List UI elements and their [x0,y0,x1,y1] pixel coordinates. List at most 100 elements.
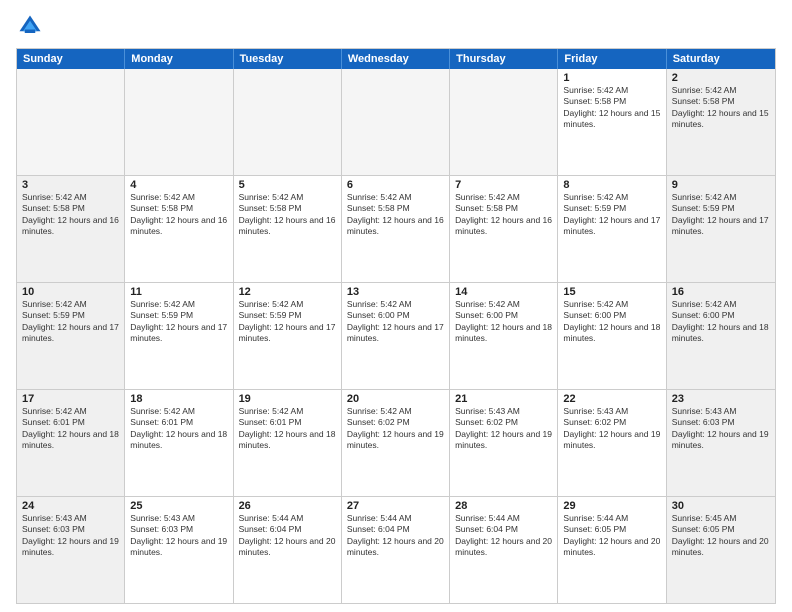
day-info: Sunrise: 5:42 AM Sunset: 6:00 PM Dayligh… [455,299,552,345]
day-number: 25 [130,500,227,512]
day-info: Sunrise: 5:43 AM Sunset: 6:03 PM Dayligh… [130,513,227,559]
day-number: 15 [563,286,660,298]
day-number: 3 [22,179,119,191]
calendar-header: SundayMondayTuesdayWednesdayThursdayFrid… [17,49,775,69]
weekday-header-monday: Monday [125,49,233,69]
day-number: 9 [672,179,770,191]
day-number: 27 [347,500,444,512]
calendar-row-3: 10Sunrise: 5:42 AM Sunset: 5:59 PM Dayli… [17,282,775,389]
day-info: Sunrise: 5:42 AM Sunset: 5:59 PM Dayligh… [22,299,119,345]
day-info: Sunrise: 5:42 AM Sunset: 6:01 PM Dayligh… [22,406,119,452]
logo-icon [16,12,44,40]
calendar-cell-3-4: 13Sunrise: 5:42 AM Sunset: 6:00 PM Dayli… [342,283,450,389]
day-number: 12 [239,286,336,298]
day-info: Sunrise: 5:43 AM Sunset: 6:03 PM Dayligh… [22,513,119,559]
calendar-cell-1-3 [234,69,342,175]
calendar-body: 1Sunrise: 5:42 AM Sunset: 5:58 PM Daylig… [17,69,775,603]
weekday-header-friday: Friday [558,49,666,69]
day-number: 16 [672,286,770,298]
day-info: Sunrise: 5:43 AM Sunset: 6:02 PM Dayligh… [455,406,552,452]
day-number: 22 [563,393,660,405]
day-number: 29 [563,500,660,512]
calendar-cell-5-5: 28Sunrise: 5:44 AM Sunset: 6:04 PM Dayli… [450,497,558,603]
calendar-cell-4-5: 21Sunrise: 5:43 AM Sunset: 6:02 PM Dayli… [450,390,558,496]
day-info: Sunrise: 5:42 AM Sunset: 5:59 PM Dayligh… [239,299,336,345]
day-info: Sunrise: 5:42 AM Sunset: 5:58 PM Dayligh… [130,192,227,238]
calendar-cell-3-2: 11Sunrise: 5:42 AM Sunset: 5:59 PM Dayli… [125,283,233,389]
day-number: 8 [563,179,660,191]
calendar-cell-1-2 [125,69,233,175]
calendar-cell-5-4: 27Sunrise: 5:44 AM Sunset: 6:04 PM Dayli… [342,497,450,603]
day-info: Sunrise: 5:42 AM Sunset: 6:00 PM Dayligh… [672,299,770,345]
day-number: 2 [672,72,770,84]
day-number: 24 [22,500,119,512]
calendar-row-5: 24Sunrise: 5:43 AM Sunset: 6:03 PM Dayli… [17,496,775,603]
calendar-cell-2-1: 3Sunrise: 5:42 AM Sunset: 5:58 PM Daylig… [17,176,125,282]
day-number: 14 [455,286,552,298]
day-number: 18 [130,393,227,405]
weekday-header-wednesday: Wednesday [342,49,450,69]
day-info: Sunrise: 5:42 AM Sunset: 5:58 PM Dayligh… [347,192,444,238]
weekday-header-saturday: Saturday [667,49,775,69]
day-info: Sunrise: 5:45 AM Sunset: 6:05 PM Dayligh… [672,513,770,559]
calendar-cell-4-6: 22Sunrise: 5:43 AM Sunset: 6:02 PM Dayli… [558,390,666,496]
calendar-cell-1-5 [450,69,558,175]
calendar-cell-4-2: 18Sunrise: 5:42 AM Sunset: 6:01 PM Dayli… [125,390,233,496]
calendar-cell-1-6: 1Sunrise: 5:42 AM Sunset: 5:58 PM Daylig… [558,69,666,175]
day-number: 19 [239,393,336,405]
calendar-cell-3-1: 10Sunrise: 5:42 AM Sunset: 5:59 PM Dayli… [17,283,125,389]
page: SundayMondayTuesdayWednesdayThursdayFrid… [0,0,792,612]
calendar-cell-1-1 [17,69,125,175]
header [16,12,776,40]
calendar-cell-4-7: 23Sunrise: 5:43 AM Sunset: 6:03 PM Dayli… [667,390,775,496]
day-info: Sunrise: 5:42 AM Sunset: 6:00 PM Dayligh… [563,299,660,345]
calendar-cell-4-4: 20Sunrise: 5:42 AM Sunset: 6:02 PM Dayli… [342,390,450,496]
calendar-cell-3-3: 12Sunrise: 5:42 AM Sunset: 5:59 PM Dayli… [234,283,342,389]
day-number: 4 [130,179,227,191]
day-info: Sunrise: 5:42 AM Sunset: 5:59 PM Dayligh… [130,299,227,345]
day-info: Sunrise: 5:44 AM Sunset: 6:04 PM Dayligh… [239,513,336,559]
day-info: Sunrise: 5:42 AM Sunset: 5:58 PM Dayligh… [563,85,660,131]
day-number: 6 [347,179,444,191]
calendar-cell-4-3: 19Sunrise: 5:42 AM Sunset: 6:01 PM Dayli… [234,390,342,496]
calendar-cell-1-7: 2Sunrise: 5:42 AM Sunset: 5:58 PM Daylig… [667,69,775,175]
day-number: 10 [22,286,119,298]
day-number: 13 [347,286,444,298]
day-info: Sunrise: 5:42 AM Sunset: 5:58 PM Dayligh… [239,192,336,238]
day-number: 17 [22,393,119,405]
day-number: 26 [239,500,336,512]
day-info: Sunrise: 5:42 AM Sunset: 6:00 PM Dayligh… [347,299,444,345]
logo [16,12,48,40]
calendar-row-1: 1Sunrise: 5:42 AM Sunset: 5:58 PM Daylig… [17,69,775,175]
day-number: 1 [563,72,660,84]
calendar-row-4: 17Sunrise: 5:42 AM Sunset: 6:01 PM Dayli… [17,389,775,496]
weekday-header-sunday: Sunday [17,49,125,69]
day-number: 11 [130,286,227,298]
day-number: 28 [455,500,552,512]
day-info: Sunrise: 5:43 AM Sunset: 6:02 PM Dayligh… [563,406,660,452]
day-info: Sunrise: 5:44 AM Sunset: 6:04 PM Dayligh… [347,513,444,559]
day-info: Sunrise: 5:44 AM Sunset: 6:04 PM Dayligh… [455,513,552,559]
calendar-cell-2-6: 8Sunrise: 5:42 AM Sunset: 5:59 PM Daylig… [558,176,666,282]
calendar-cell-5-6: 29Sunrise: 5:44 AM Sunset: 6:05 PM Dayli… [558,497,666,603]
calendar-cell-5-2: 25Sunrise: 5:43 AM Sunset: 6:03 PM Dayli… [125,497,233,603]
day-number: 5 [239,179,336,191]
calendar-cell-3-5: 14Sunrise: 5:42 AM Sunset: 6:00 PM Dayli… [450,283,558,389]
calendar-cell-3-7: 16Sunrise: 5:42 AM Sunset: 6:00 PM Dayli… [667,283,775,389]
day-number: 21 [455,393,552,405]
calendar-cell-5-7: 30Sunrise: 5:45 AM Sunset: 6:05 PM Dayli… [667,497,775,603]
day-info: Sunrise: 5:42 AM Sunset: 5:58 PM Dayligh… [22,192,119,238]
day-number: 23 [672,393,770,405]
calendar-cell-4-1: 17Sunrise: 5:42 AM Sunset: 6:01 PM Dayli… [17,390,125,496]
calendar: SundayMondayTuesdayWednesdayThursdayFrid… [16,48,776,604]
weekday-header-thursday: Thursday [450,49,558,69]
calendar-cell-2-4: 6Sunrise: 5:42 AM Sunset: 5:58 PM Daylig… [342,176,450,282]
day-info: Sunrise: 5:42 AM Sunset: 6:01 PM Dayligh… [130,406,227,452]
weekday-header-tuesday: Tuesday [234,49,342,69]
calendar-cell-2-5: 7Sunrise: 5:42 AM Sunset: 5:58 PM Daylig… [450,176,558,282]
calendar-cell-1-4 [342,69,450,175]
day-info: Sunrise: 5:42 AM Sunset: 5:58 PM Dayligh… [455,192,552,238]
day-info: Sunrise: 5:42 AM Sunset: 5:58 PM Dayligh… [672,85,770,131]
day-info: Sunrise: 5:42 AM Sunset: 5:59 PM Dayligh… [563,192,660,238]
day-info: Sunrise: 5:42 AM Sunset: 6:02 PM Dayligh… [347,406,444,452]
